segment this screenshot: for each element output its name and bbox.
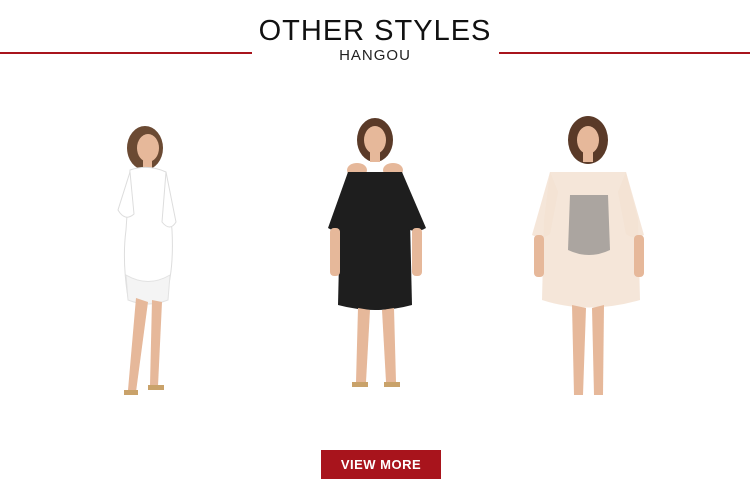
section-header: OTHER STYLES HANGOU	[0, 0, 750, 80]
view-more-button[interactable]: VIEW MORE	[321, 450, 441, 479]
product-card-white-dress[interactable]	[70, 110, 220, 415]
product-grid	[0, 100, 750, 420]
product-image-white-dress[interactable]	[70, 110, 220, 415]
product-image-black-dress[interactable]	[300, 110, 450, 415]
product-card-mesh-coverup[interactable]	[520, 110, 670, 415]
product-image-mesh-coverup[interactable]	[520, 110, 670, 415]
brand-subtitle: HANGOU	[339, 47, 411, 64]
section-title: OTHER STYLES	[258, 15, 492, 47]
product-card-black-dress[interactable]	[300, 110, 450, 415]
